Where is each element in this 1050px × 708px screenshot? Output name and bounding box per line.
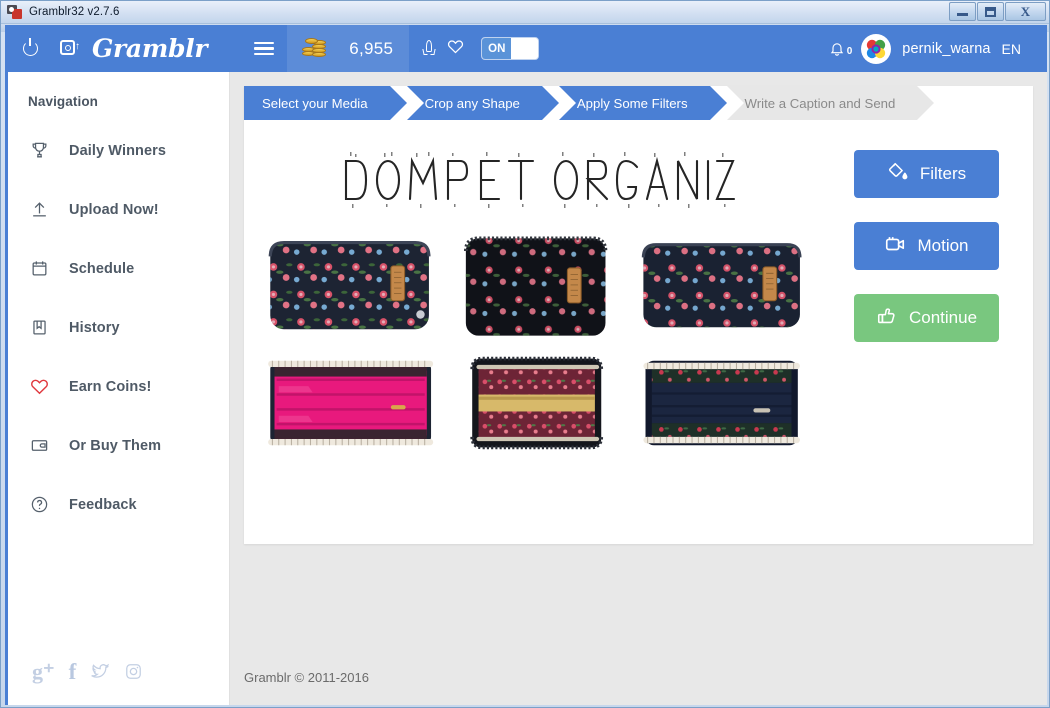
sidebar-item-earn-coins[interactable]: Earn Coins! xyxy=(8,357,229,416)
step-crop-shape[interactable]: Crop any Shape xyxy=(406,86,560,120)
upload-arrow-icon xyxy=(28,200,50,219)
continue-button[interactable]: Continue xyxy=(854,294,999,342)
dompet-organizer-lettering xyxy=(344,152,736,208)
wallet-closed-side xyxy=(637,232,806,342)
sidebar-item-schedule[interactable]: Schedule xyxy=(8,239,229,298)
coin-stack-icon xyxy=(301,36,331,62)
sidebar-item-or-buy-them[interactable]: Or Buy Them xyxy=(8,416,229,475)
hamburger-menu-button[interactable] xyxy=(241,25,287,72)
content-area: Select your Media Crop any Shape Apply S… xyxy=(230,72,1047,705)
wallet-open-navy xyxy=(637,348,806,458)
bell-icon xyxy=(831,43,844,56)
sidebar-item-label: History xyxy=(69,319,120,336)
username-label: pernik_warna xyxy=(902,40,991,57)
sidebar-item-daily-winners[interactable]: Daily Winners xyxy=(8,121,229,180)
wallet-closed-angled xyxy=(451,232,620,342)
power-icon xyxy=(22,38,38,56)
trophy-icon xyxy=(28,141,50,160)
step-write-caption[interactable]: Write a Caption and Send xyxy=(726,86,935,120)
wallet-icon xyxy=(28,436,50,455)
maximize-button[interactable] xyxy=(977,2,1004,21)
sidebar-title: Navigation xyxy=(28,94,99,109)
step-label: Select your Media xyxy=(262,95,368,111)
filters-button-label: Filters xyxy=(919,164,967,183)
facebook-icon[interactable]: f xyxy=(69,660,77,683)
sidebar-item-label: Earn Coins! xyxy=(69,378,152,395)
step-select-media[interactable]: Select your Media xyxy=(244,86,407,120)
app-footer: Gramblr © 2011-2016 xyxy=(230,649,1047,705)
main-region: Navigation Daily Winners Upload Now! Sch… xyxy=(8,72,1047,705)
calendar-icon xyxy=(28,259,50,278)
wallet-open-floral xyxy=(451,348,620,458)
editor-card: Select your Media Crop any Shape Apply S… xyxy=(244,86,1033,544)
bookmark-icon xyxy=(28,318,50,337)
step-label: Crop any Shape xyxy=(424,95,520,111)
window-title: Gramblr32 v2.7.6 xyxy=(29,6,120,18)
camera-upload-icon: ↑ xyxy=(60,40,80,57)
sidebar-item-history[interactable]: History xyxy=(8,298,229,357)
minimize-button[interactable] xyxy=(949,2,976,21)
window-controls: X xyxy=(949,2,1046,21)
heart-icon xyxy=(28,377,50,396)
toggle-on-label: ON xyxy=(482,38,512,59)
sidebar-item-label: Upload Now! xyxy=(69,201,159,218)
step-apply-filters[interactable]: Apply Some Filters xyxy=(558,86,727,120)
sidebar-item-feedback[interactable]: Feedback xyxy=(8,475,229,534)
avatar xyxy=(861,33,892,64)
os-window: Gramblr32 v2.7.6 X ↑ Gramblr 6,955 ON 0 … xyxy=(0,0,1050,708)
image-preview[interactable] xyxy=(266,142,806,458)
product-photo-grid xyxy=(266,232,806,458)
step-label: Write a Caption and Send xyxy=(744,95,896,111)
sidebar-item-label: Schedule xyxy=(69,260,135,277)
toggle-knob xyxy=(511,38,539,59)
notification-count: 0 xyxy=(846,46,853,57)
upload-button[interactable]: ↑ xyxy=(52,40,88,57)
preview-heading-graphic xyxy=(266,142,806,218)
application-root: ↑ Gramblr 6,955 ON 0 pernik_warna EN Nav… xyxy=(5,25,1047,705)
status-toggle[interactable]: ON xyxy=(481,37,540,60)
wizard-steps: Select your Media Crop any Shape Apply S… xyxy=(244,86,1033,120)
sidebar-item-label: Or Buy Them xyxy=(69,437,162,454)
paint-bucket-icon xyxy=(887,161,909,188)
motion-button-label: Motion xyxy=(917,236,969,255)
filters-button[interactable]: Filters xyxy=(854,150,999,198)
wallet-open-pink xyxy=(266,348,435,458)
rocket-icon[interactable] xyxy=(422,39,435,58)
motion-button[interactable]: Motion xyxy=(854,222,999,270)
twitter-icon[interactable] xyxy=(90,662,110,682)
sidebar: Navigation Daily Winners Upload Now! Sch… xyxy=(8,72,230,705)
sidebar-item-label: Feedback xyxy=(69,496,137,513)
card-body: Filters Motion Continue xyxy=(244,120,1033,458)
footer-copyright: Gramblr © 2011-2016 xyxy=(244,669,369,685)
heart-outline-icon[interactable] xyxy=(447,38,464,60)
brand-logo: Gramblr xyxy=(92,34,208,63)
sidebar-item-upload-now[interactable]: Upload Now! xyxy=(8,180,229,239)
instagram-icon[interactable] xyxy=(124,662,143,681)
sidebar-nav-list: Daily Winners Upload Now! Schedule Histo… xyxy=(8,121,229,534)
window-titlebar: Gramblr32 v2.7.6 X xyxy=(1,1,1049,24)
wallet-closed-front xyxy=(266,232,435,342)
top-navigation-bar: ↑ Gramblr 6,955 ON 0 pernik_warna EN xyxy=(8,25,1047,72)
sidebar-item-label: Daily Winners xyxy=(69,142,167,159)
hamburger-menu-icon xyxy=(254,38,275,59)
action-buttons: Filters Motion Continue xyxy=(806,142,999,458)
app-icon xyxy=(7,4,23,20)
coin-count: 6,955 xyxy=(349,38,394,58)
video-camera-icon xyxy=(884,233,906,260)
continue-button-label: Continue xyxy=(908,308,978,327)
topbar-quick-icons: ON xyxy=(409,37,553,60)
social-links: g⁺ f xyxy=(8,660,229,705)
notifications-button[interactable]: 0 xyxy=(819,40,861,57)
question-circle-icon xyxy=(28,495,50,514)
user-menu[interactable]: pernik_warna EN xyxy=(861,33,1047,64)
thumbs-up-icon xyxy=(876,305,898,332)
power-button[interactable] xyxy=(8,38,52,56)
coins-display[interactable]: 6,955 xyxy=(287,25,410,72)
google-plus-icon[interactable]: g⁺ xyxy=(32,660,55,683)
step-label: Apply Some Filters xyxy=(576,95,688,111)
language-selector[interactable]: EN xyxy=(1002,41,1027,57)
close-button[interactable]: X xyxy=(1005,2,1046,21)
